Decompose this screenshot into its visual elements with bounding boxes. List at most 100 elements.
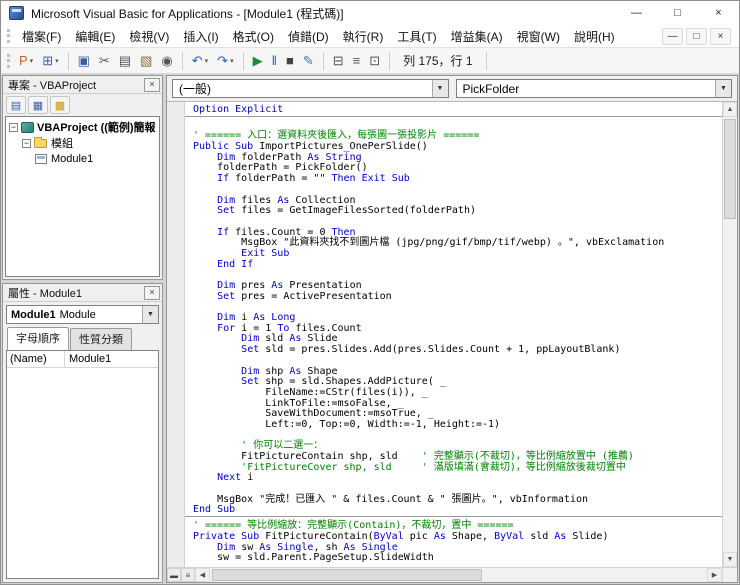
toolbar-separator	[67, 51, 69, 70]
properties-tabs: 字母順序 性質分類	[3, 327, 162, 350]
tree-item-vbaproject[interactable]: − VBAProject ((範例)簡報	[6, 119, 159, 135]
vertical-scroll-track[interactable]	[723, 117, 737, 552]
object-dropdown[interactable]: (一般) ▼	[172, 79, 449, 98]
properties-panel-close-icon[interactable]: ×	[144, 285, 160, 300]
project-panel-close-icon[interactable]: ×	[144, 77, 160, 92]
code-line[interactable]: Next i	[193, 473, 722, 484]
child-restore-button[interactable]: □	[686, 27, 707, 45]
tree-item-module1[interactable]: Module1	[6, 151, 159, 167]
child-minimize-button[interactable]: —	[662, 27, 683, 45]
horizontal-scroll-track[interactable]	[210, 568, 707, 582]
properties-window-button[interactable]: ≡	[349, 50, 365, 72]
chevron-down-icon[interactable]: ▼	[715, 80, 731, 97]
menu-item[interactable]: 增益集(A)	[444, 25, 510, 48]
reset-icon: ■	[285, 53, 294, 68]
tab-categorized[interactable]: 性質分類	[70, 328, 132, 350]
menu-item[interactable]: 偵錯(D)	[281, 25, 336, 48]
code-combo-row: (一般) ▼ PickFolder ▼	[167, 76, 737, 101]
code-line[interactable]: Left:=0, Top:=0, Width:=-1, Height:=-1)	[193, 419, 722, 431]
code-line[interactable]: 'FitPictureCover shp, sld ' 滿版填滿(會裁切)，等比…	[193, 462, 722, 474]
menu-item[interactable]: 格式(O)	[226, 25, 281, 48]
menu-item[interactable]: 檔案(F)	[15, 25, 68, 48]
chevron-down-icon[interactable]: ▼	[142, 306, 158, 323]
collapse-icon[interactable]: −	[9, 122, 18, 132]
project-explorer-button[interactable]: ⊟	[329, 50, 348, 72]
menu-item[interactable]: 工具(T)	[390, 25, 443, 48]
procedure-dropdown[interactable]: PickFolder ▼	[455, 79, 732, 98]
menu-item[interactable]: 視窗(W)	[510, 25, 567, 48]
code-line[interactable]: Exit Sub	[193, 248, 722, 260]
menu-item[interactable]: 檢視(V)	[122, 25, 176, 48]
close-button[interactable]: ×	[698, 1, 739, 25]
margin-indicator-bar[interactable]	[167, 102, 185, 567]
scroll-right-icon[interactable]: ▶	[707, 568, 722, 582]
find-button[interactable]: ◉	[157, 50, 176, 72]
scroll-up-icon[interactable]: ▲	[723, 102, 737, 117]
insert-userform-icon: ⊞	[42, 53, 54, 68]
project-panel-title: 專案 - VBAProject	[8, 79, 97, 92]
tab-alphabetic[interactable]: 字母順序	[7, 327, 69, 350]
break-button[interactable]: ‖	[268, 50, 281, 72]
menu-item[interactable]: 執行(R)	[336, 25, 391, 48]
child-close-button[interactable]: ×	[710, 27, 731, 45]
save-icon: ▣	[77, 53, 90, 68]
properties-panel: 屬性 - Module1 × Module1 Module ▼ 字母順序 性質分…	[2, 283, 163, 583]
child-window-controls: — □ ×	[662, 27, 735, 45]
paste-button[interactable]: ▧	[136, 50, 156, 72]
code-line[interactable]: End Sub	[193, 505, 722, 516]
code-line[interactable]: Option Explicit	[193, 104, 722, 116]
vertical-scroll-thumb[interactable]	[724, 119, 736, 219]
run-button[interactable]: ▶	[249, 50, 267, 72]
property-name-cell[interactable]: (Name)	[7, 351, 65, 367]
menubar-grip-handle[interactable]	[7, 29, 10, 43]
procedure-view-button[interactable]: ▬	[167, 568, 181, 582]
view-object-button[interactable]: ▦	[28, 96, 48, 114]
object-browser-icon: ⊡	[369, 53, 381, 68]
horizontal-scroll-thumb[interactable]	[212, 569, 482, 581]
minimize-button[interactable]: —	[616, 1, 657, 25]
main-area: 專案 - VBAProject × ▤ ▦ ▩ − VBAProject ((範例)簡…	[1, 74, 739, 584]
full-module-view-button[interactable]: ≡	[181, 568, 195, 582]
maximize-button[interactable]: □	[657, 1, 698, 25]
code-line[interactable]: End If	[193, 259, 722, 271]
menu-item[interactable]: 說明(H)	[567, 25, 622, 48]
view-host-app-button[interactable]: P ▾	[15, 50, 37, 72]
toolbar-grip-handle[interactable]	[7, 53, 10, 68]
save-button[interactable]: ▣	[74, 50, 94, 72]
menu-items: 檔案(F) 編輯(E) 檢視(V) 插入(I) 格式(O) 偵錯(D) 執行(R) 工具(T)…	[15, 25, 622, 48]
menu-item[interactable]: 編輯(E)	[68, 25, 122, 48]
code-editor[interactable]: Option Explicit ' ====== 入口：選資料夾後匯入，每張圖一…	[185, 102, 722, 567]
window-controls: — □ ×	[616, 1, 739, 25]
property-value-cell[interactable]: Module1	[65, 351, 158, 367]
reset-button[interactable]: ■	[282, 50, 298, 72]
code-line[interactable]: MsgBox "完成！已匯入 " & files.Count & " 張圖片。"…	[193, 494, 722, 506]
scroll-down-icon[interactable]: ▼	[723, 552, 737, 567]
code-line[interactable]: Set files = GetImageFilesSorted(folderPa…	[193, 205, 722, 217]
redo-button[interactable]: ↷ ▾	[213, 50, 237, 72]
module-icon	[35, 154, 47, 164]
scroll-left-icon[interactable]: ◀	[195, 568, 210, 582]
dropdown-arrow-icon: ▾	[55, 57, 59, 65]
insert-userform-button[interactable]: ⊞ ▾	[38, 50, 62, 72]
code-line[interactable]: Set sld = pres.Slides.Add(pres.Slides.Co…	[193, 344, 722, 356]
toggle-folders-button[interactable]: ▩	[50, 96, 70, 114]
break-icon: ‖	[271, 53, 277, 68]
copy-button[interactable]: ▤	[115, 50, 135, 72]
object-browser-button[interactable]: ⊡	[365, 50, 384, 72]
chevron-down-icon[interactable]: ▼	[431, 80, 448, 97]
menu-item[interactable]: 插入(I)	[176, 25, 225, 48]
code-line[interactable]: Set pres = ActivePresentation	[193, 291, 722, 303]
undo-button[interactable]: ↶ ▾	[188, 50, 212, 72]
view-code-button[interactable]: ▤	[6, 96, 26, 114]
object-selector-combobox[interactable]: Module1 Module ▼	[6, 305, 159, 324]
tree-item-label: Module1	[51, 153, 94, 165]
tree-item-modules-folder[interactable]: − 模組	[6, 135, 159, 151]
cut-button[interactable]: ✂	[95, 50, 114, 72]
code-line[interactable]: sw = sld.Parent.PageSetup.SlideWidth	[193, 552, 722, 564]
vertical-scrollbar[interactable]: ▲ ▼	[722, 102, 737, 567]
vba-app-icon	[9, 6, 24, 20]
code-line[interactable]: If folderPath = "" Then Exit Sub	[193, 173, 722, 185]
collapse-icon[interactable]: −	[22, 138, 31, 148]
design-mode-button[interactable]: ✎	[299, 50, 318, 72]
tree-item-label: VBAProject ((範例)簡報	[37, 122, 156, 134]
